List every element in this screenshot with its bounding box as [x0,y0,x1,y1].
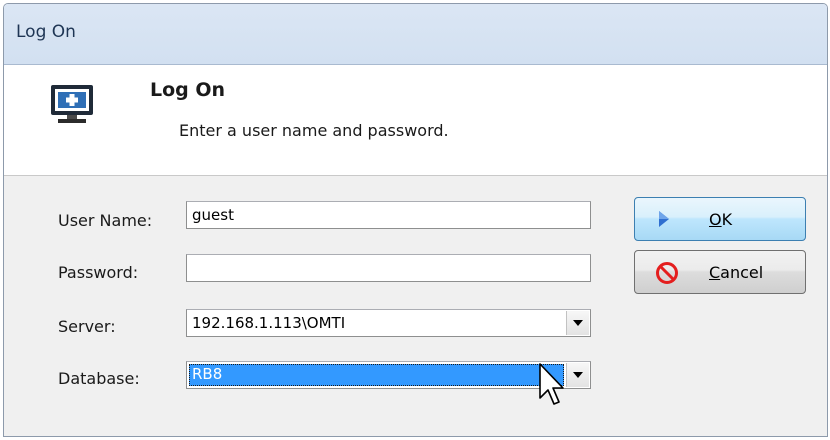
mouse-pointer-icon [538,362,564,412]
username-label: User Name: [58,211,153,230]
monitor-plus-icon [50,84,94,128]
database-select[interactable]: RB8 [186,361,591,389]
password-input[interactable] [186,254,591,282]
logon-dialog: Log On Log On Enter a user name and pass… [3,3,828,437]
dialog-header: Log On Enter a user name and password. [4,65,827,176]
play-arrow-icon [655,208,673,234]
username-input[interactable]: guest [186,201,591,229]
title-bar[interactable]: Log On [4,4,827,65]
window-title: Log On [16,22,76,42]
database-value: RB8 [192,365,223,383]
server-dropdown-button[interactable] [566,311,589,335]
database-label: Database: [58,369,140,388]
password-label: Password: [58,263,139,282]
server-select[interactable]: 192.168.1.113\OMTI [186,309,591,337]
ok-button-label: OK [709,210,733,229]
header-subtitle: Enter a user name and password. [179,121,449,140]
server-value: 192.168.1.113\OMTI [192,314,346,332]
username-value: guest [192,206,234,224]
cancel-button[interactable]: Cancel [634,250,806,294]
database-selection-highlight [189,364,564,386]
no-entry-icon [655,261,679,289]
header-title: Log On [150,79,226,101]
server-label: Server: [58,317,116,336]
database-dropdown-button[interactable] [566,363,589,387]
form-area: User Name: guest Password: Server: 192.1… [4,176,827,436]
cancel-button-label: Cancel [709,263,764,282]
ok-button[interactable]: OK [634,197,806,241]
